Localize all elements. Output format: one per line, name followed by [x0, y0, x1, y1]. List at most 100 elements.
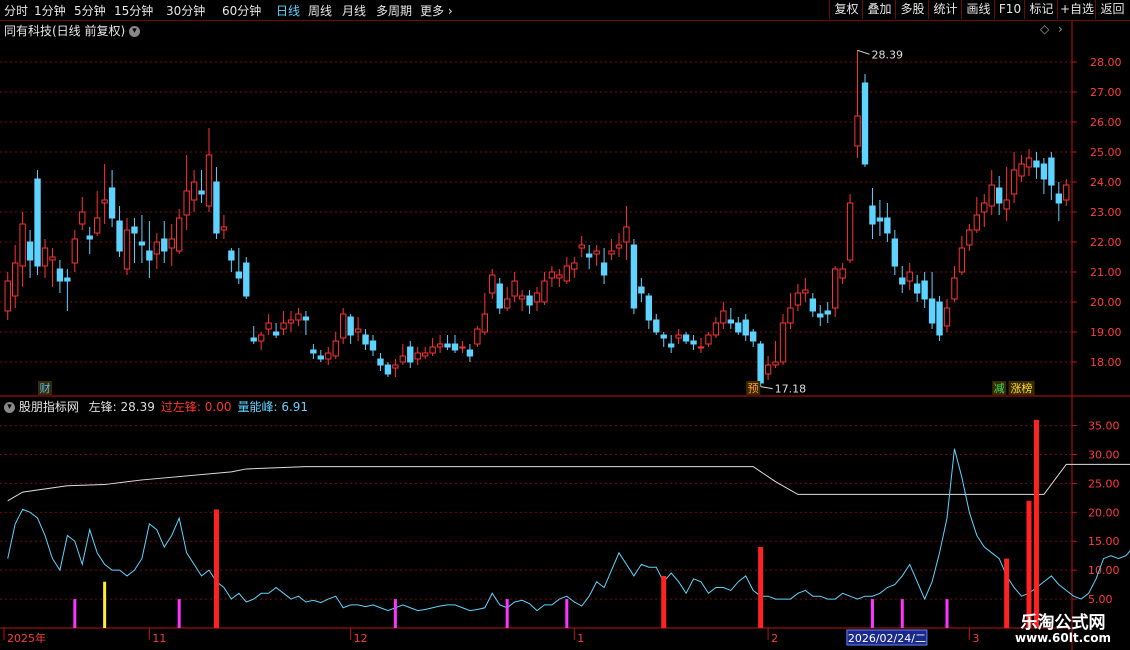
candle-body — [295, 313, 302, 321]
candle-body — [49, 256, 56, 261]
candle — [1040, 158, 1048, 194]
period-tab[interactable]: 30分钟 — [166, 2, 205, 19]
period-tab[interactable]: 多周期 — [376, 2, 412, 19]
event-marker[interactable]: 涨榜 — [1008, 381, 1035, 395]
candle-body — [727, 319, 735, 324]
candle-body — [884, 217, 891, 234]
candle-body — [146, 250, 153, 261]
indicator-spike — [213, 509, 219, 628]
candle — [466, 344, 474, 362]
toolbar-button[interactable]: 叠加 — [862, 0, 896, 19]
toolbar-button[interactable]: 复权 — [829, 0, 863, 19]
candle — [1003, 167, 1010, 221]
period-tab[interactable]: 更多 › — [420, 2, 453, 19]
candle — [623, 206, 630, 260]
period-tab[interactable]: 日线 — [276, 2, 300, 19]
candle-body — [161, 238, 168, 252]
candle-body — [995, 187, 1003, 204]
indicator-legend-value: 6.91 — [277, 400, 309, 414]
candle — [705, 332, 712, 347]
price-tick-label: 20.00 — [1090, 296, 1122, 309]
indicator-spike — [758, 547, 764, 628]
candle — [354, 317, 362, 341]
candle-body — [444, 343, 451, 348]
candle-body — [138, 241, 146, 246]
candle — [131, 218, 138, 263]
price-tick-label: 21.00 — [1090, 266, 1122, 279]
date-label: 2 — [771, 632, 778, 645]
candle-body — [779, 322, 787, 363]
candle-body — [548, 271, 556, 279]
candle-body — [108, 187, 116, 219]
candle — [71, 230, 79, 272]
indicator-tick-label: 35.00 — [1088, 420, 1120, 433]
period-tab[interactable]: 5分钟 — [74, 2, 106, 19]
candle — [660, 332, 667, 347]
period-tab[interactable]: 分时 — [4, 2, 28, 19]
period-tab[interactable]: 1分钟 — [34, 2, 66, 19]
indicator-spike — [505, 599, 509, 628]
period-tab[interactable]: 周线 — [308, 2, 332, 19]
candle-body — [317, 355, 325, 360]
toolbar-button[interactable]: +自选 — [1057, 0, 1096, 19]
candle — [653, 314, 660, 335]
candle — [4, 272, 11, 320]
candle — [198, 170, 205, 203]
candle — [287, 311, 295, 332]
candle — [503, 287, 511, 311]
toolbar-button[interactable]: 标记 — [1024, 0, 1058, 19]
event-marker[interactable]: 减 — [992, 381, 1007, 395]
period-tab[interactable]: 15分钟 — [114, 2, 153, 19]
candle-body — [235, 271, 243, 279]
candle-body — [831, 268, 839, 309]
candle — [817, 305, 824, 326]
candle-body — [414, 352, 421, 360]
expand-icon[interactable]: › — [1058, 22, 1063, 36]
date-label: 1 — [577, 632, 584, 645]
chevron-down-icon[interactable]: ▾ — [129, 26, 141, 37]
candle-body — [623, 226, 630, 243]
candle — [49, 248, 56, 287]
candle-body — [563, 265, 571, 282]
candle-body — [1040, 163, 1048, 180]
candle-body — [742, 319, 749, 336]
candle — [854, 50, 861, 158]
candle-body — [26, 241, 34, 261]
indicator-legend-label: 左锋: — [88, 400, 117, 414]
indicator-spike — [73, 599, 77, 628]
toolbar-button[interactable]: 画线 — [961, 0, 995, 19]
toolbar-button[interactable]: F10 — [994, 0, 1025, 19]
candle — [720, 302, 727, 329]
diamond-icon[interactable]: ◇ — [1040, 22, 1049, 36]
candle-body — [407, 346, 414, 363]
period-tab[interactable]: 60分钟 — [222, 2, 261, 19]
candle-body — [891, 238, 899, 267]
candle-body — [794, 292, 802, 306]
toolbar-button[interactable]: 返回 — [1095, 0, 1129, 19]
candle-body — [660, 334, 667, 339]
event-marker[interactable]: 财 — [38, 381, 52, 395]
candle — [712, 317, 720, 338]
candle — [250, 326, 257, 344]
candle — [64, 269, 71, 311]
candle-body — [339, 313, 347, 339]
candle — [429, 338, 436, 356]
left-peak-line — [7, 463, 1130, 502]
chevron-down-icon[interactable]: ▾ — [4, 402, 15, 413]
toolbar-button[interactable]: 统计 — [928, 0, 962, 19]
candle-body — [973, 214, 981, 231]
indicator-tick-label: 30.00 — [1088, 448, 1120, 461]
candle — [563, 257, 571, 284]
toolbar-button[interactable]: 多股 — [895, 0, 929, 19]
candle-body — [735, 322, 742, 333]
price-tick-label: 28.00 — [1090, 56, 1122, 69]
candle-body — [615, 244, 623, 249]
candle — [116, 206, 123, 257]
candle-body — [869, 205, 876, 225]
event-marker[interactable]: 预 — [746, 381, 761, 395]
candle-body — [198, 190, 205, 195]
candle-body — [205, 154, 213, 207]
period-tab[interactable]: 月线 — [342, 2, 366, 19]
chart-canvas[interactable]: 28.0027.0026.0025.0024.0023.0022.0021.00… — [0, 0, 1130, 650]
candle-body — [593, 250, 600, 255]
